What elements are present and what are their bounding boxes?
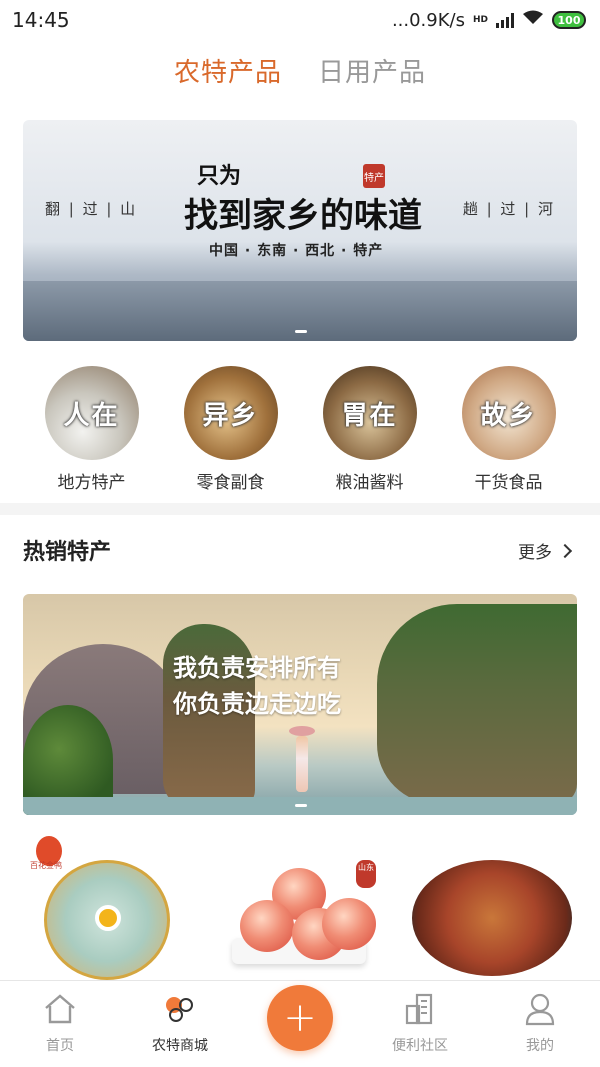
community-icon bbox=[402, 991, 438, 1027]
category-image: 异乡 bbox=[183, 366, 278, 460]
category-grain-oil[interactable]: 胃在 粮油酱料 bbox=[310, 366, 430, 493]
hero-seal: 特产 bbox=[363, 164, 385, 188]
farm-mall-icon bbox=[162, 991, 198, 1027]
profile-icon bbox=[522, 991, 558, 1027]
nav-farm-mall[interactable]: 农特商城 bbox=[125, 991, 235, 1055]
status-time: 14:45 bbox=[12, 8, 70, 32]
seal-badge: 山东 bbox=[356, 860, 376, 888]
category-label: 地方特产 bbox=[57, 473, 126, 493]
home-icon bbox=[42, 991, 78, 1027]
egg-yolk bbox=[95, 905, 121, 931]
apple bbox=[240, 900, 294, 952]
promo-line-2: 你负责边走边吃 bbox=[173, 689, 341, 718]
category-label: 零食副食 bbox=[196, 473, 265, 493]
product-row: 百花金鸭 山东 bbox=[0, 830, 600, 980]
section-title: 热销特产 bbox=[23, 540, 112, 565]
network-speed: ...0.9K/s bbox=[391, 9, 465, 31]
nav-add[interactable]: + bbox=[245, 985, 355, 1051]
nav-label: 我的 bbox=[526, 1038, 554, 1054]
carousel-indicator bbox=[295, 804, 307, 807]
status-bar: 14:45 ...0.9K/s HD 100 bbox=[0, 0, 600, 40]
promo-slogan: 我负责安排所有 你负责边走边吃 bbox=[173, 650, 341, 722]
apple bbox=[322, 898, 376, 950]
hero-title-main: 找到家乡的味道 bbox=[184, 196, 422, 236]
network-badge: HD bbox=[472, 15, 488, 25]
category-local-specialty[interactable]: 人在 地方特产 bbox=[32, 366, 152, 493]
nav-label: 便利社区 bbox=[392, 1038, 448, 1054]
product-braised-meat[interactable] bbox=[412, 860, 572, 976]
nav-label: 农特商城 bbox=[152, 1038, 208, 1054]
hero-left-text: 翻 | 过 | 山 bbox=[45, 200, 138, 218]
brand-label: 百花金鸭 bbox=[30, 861, 62, 870]
hero-title: 只为 找到家乡的味道 bbox=[183, 156, 423, 236]
category-image: 人在 bbox=[44, 366, 139, 460]
chevron-right-icon bbox=[557, 543, 573, 558]
product-apples[interactable] bbox=[226, 868, 376, 970]
tab-farm-products[interactable]: 农特产品 bbox=[174, 52, 282, 89]
carousel-indicator bbox=[295, 330, 307, 333]
category-snacks[interactable]: 异乡 零食副食 bbox=[171, 366, 291, 493]
tab-daily-products[interactable]: 日用产品 bbox=[318, 52, 426, 89]
nav-community[interactable]: 便利社区 bbox=[365, 991, 475, 1055]
category-label: 粮油酱料 bbox=[335, 473, 404, 493]
signal-icon bbox=[496, 12, 514, 28]
hero-title-small: 只为 bbox=[197, 163, 242, 189]
plus-icon[interactable]: + bbox=[267, 985, 333, 1051]
nav-label: 首页 bbox=[46, 1038, 74, 1054]
category-tabs: 农特产品 日用产品 bbox=[0, 52, 600, 89]
status-icons: ...0.9K/s HD 100 bbox=[392, 10, 586, 31]
section-divider bbox=[0, 503, 600, 515]
promo-banner[interactable]: 我负责安排所有 你负责边走边吃 bbox=[23, 594, 577, 815]
hero-right-text: 趟 | 过 | 河 bbox=[462, 200, 555, 218]
category-label: 干货食品 bbox=[474, 473, 543, 493]
battery-icon: 100 bbox=[552, 11, 586, 29]
traveler-figure bbox=[289, 726, 315, 798]
nav-profile[interactable]: 我的 bbox=[485, 991, 595, 1055]
category-image: 故乡 bbox=[461, 366, 556, 460]
category-image: 胃在 bbox=[322, 366, 417, 460]
more-label: 更多 bbox=[518, 543, 552, 563]
category-dried-food[interactable]: 故乡 干货食品 bbox=[449, 366, 569, 493]
promo-line-1: 我负责安排所有 bbox=[173, 653, 341, 682]
hero-subtitle: 中国 · 东南 · 西北 · 特产 bbox=[209, 243, 384, 259]
nav-home[interactable]: 首页 bbox=[5, 991, 115, 1055]
more-link[interactable]: 更多 bbox=[518, 538, 573, 563]
hero-banner[interactable]: 翻 | 过 | 山 趟 | 过 | 河 只为 找到家乡的味道 特产 中国 · 东… bbox=[23, 120, 577, 341]
cliff-shape bbox=[377, 604, 577, 804]
category-grid: 人在 地方特产 异乡 零食副食 胃在 粮油酱料 故乡 干货食品 bbox=[0, 366, 600, 493]
product-duck-eggs[interactable] bbox=[44, 860, 170, 980]
bottom-nav: 首页 农特商城 + 便利社区 我的 bbox=[0, 980, 600, 1067]
wifi-icon bbox=[522, 10, 544, 31]
